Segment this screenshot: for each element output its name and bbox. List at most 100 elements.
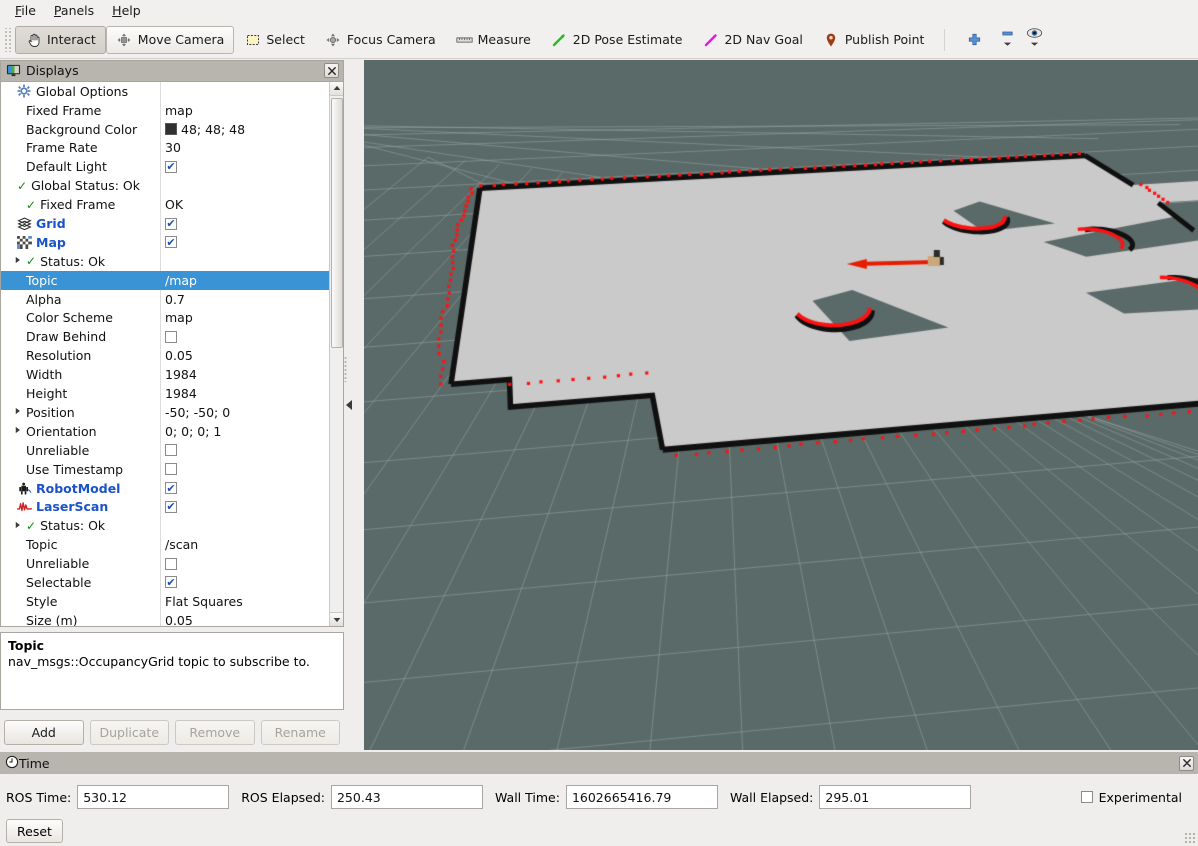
menu-panels[interactable]: Panels: [45, 1, 103, 20]
property-value-cell[interactable]: 1984: [160, 386, 329, 401]
property-row-robotmodel[interactable]: RobotModel✔: [1, 479, 329, 498]
property-row-status-ok[interactable]: ✓Status: Ok: [1, 516, 329, 535]
tool-move-camera[interactable]: Move Camera: [106, 26, 235, 54]
checkbox-unchecked[interactable]: [165, 463, 177, 475]
expand-triangle-icon[interactable]: [15, 407, 26, 417]
property-value-cell[interactable]: OK: [160, 197, 329, 212]
property-row-orientation[interactable]: Orientation0; 0; 0; 1: [1, 422, 329, 441]
collapse-left-arrow-icon[interactable]: [346, 400, 352, 410]
chevron-down-icon[interactable]: [999, 40, 1016, 48]
property-row-resolution[interactable]: Resolution0.05: [1, 346, 329, 365]
property-value-cell[interactable]: [160, 331, 329, 343]
scroll-thumb[interactable]: [331, 98, 343, 348]
property-row-frame-rate[interactable]: Frame Rate30: [1, 139, 329, 158]
left-splitter-handle[interactable]: [344, 60, 354, 750]
property-value-cell[interactable]: map: [160, 310, 329, 325]
property-row-draw-behind[interactable]: Draw Behind: [1, 327, 329, 346]
property-value-cell[interactable]: Flat Squares: [160, 594, 329, 609]
checkbox-checked[interactable]: ✔: [165, 218, 177, 230]
checkbox-unchecked[interactable]: [165, 558, 177, 570]
property-value-cell[interactable]: 1984: [160, 367, 329, 382]
checkbox-unchecked[interactable]: [165, 444, 177, 456]
menu-help[interactable]: Help: [103, 1, 150, 20]
checkbox-checked[interactable]: ✔: [165, 576, 177, 588]
property-row-default-light[interactable]: Default Light✔: [1, 157, 329, 176]
tool-focus-camera[interactable]: Focus Camera: [315, 26, 446, 54]
remove-display-button[interactable]: Remove: [175, 720, 255, 745]
property-value-cell[interactable]: ✔: [160, 482, 329, 494]
toolbar-grip[interactable]: [4, 28, 11, 52]
property-row-unreliable[interactable]: Unreliable: [1, 554, 329, 573]
3d-render-view[interactable]: [364, 60, 1198, 750]
property-row-width[interactable]: Width1984: [1, 365, 329, 384]
menu-file[interactable]: File: [6, 1, 45, 20]
checkbox-checked[interactable]: ✔: [165, 501, 177, 513]
tool-select[interactable]: Select: [234, 26, 315, 54]
property-row-unreliable[interactable]: Unreliable: [1, 441, 329, 460]
displays-property-tree[interactable]: Global OptionsFixed FramemapBackground C…: [0, 81, 344, 627]
property-value-cell[interactable]: 30: [160, 140, 329, 155]
reset-button[interactable]: Reset: [6, 819, 63, 843]
scroll-up-button[interactable]: [330, 82, 344, 96]
property-value-cell[interactable]: 48; 48; 48: [160, 122, 329, 137]
property-value-cell[interactable]: ✔: [160, 218, 329, 230]
property-row-fixed-frame[interactable]: ✓Fixed FrameOK: [1, 195, 329, 214]
displays-close-button[interactable]: [324, 63, 339, 78]
tool-add-panel[interactable]: [955, 26, 994, 54]
scroll-down-button[interactable]: [330, 612, 344, 626]
property-value-cell[interactable]: 0.05: [160, 348, 329, 363]
rename-display-button[interactable]: Rename: [261, 720, 341, 745]
tool-publish-point[interactable]: Publish Point: [813, 26, 935, 54]
property-row-map[interactable]: Map✔: [1, 233, 329, 252]
chevron-down-icon-2[interactable]: [1026, 40, 1043, 48]
property-row-use-timestamp[interactable]: Use Timestamp: [1, 460, 329, 479]
property-value-cell[interactable]: [160, 558, 329, 570]
viewport-canvas[interactable]: [364, 60, 1198, 750]
ros-elapsed-input[interactable]: 250.43: [331, 785, 483, 809]
property-value-cell[interactable]: 0.05: [160, 613, 329, 626]
property-value-cell[interactable]: 0.7: [160, 292, 329, 307]
property-row-selectable[interactable]: Selectable✔: [1, 573, 329, 592]
property-value-cell[interactable]: 0; 0; 0; 1: [160, 424, 329, 439]
wall-time-input[interactable]: 1602665416.79: [566, 785, 718, 809]
color-swatch[interactable]: [165, 123, 177, 135]
tool-interact[interactable]: Interact: [15, 26, 106, 54]
expand-triangle-icon[interactable]: [15, 256, 26, 266]
property-row-color-scheme[interactable]: Color Schememap: [1, 309, 329, 328]
ros-time-input[interactable]: 530.12: [77, 785, 229, 809]
property-row-position[interactable]: Position-50; -50; 0: [1, 403, 329, 422]
property-row-size-m[interactable]: Size (m)0.05: [1, 611, 329, 626]
property-value-cell[interactable]: /map: [160, 273, 329, 288]
property-row-fixed-frame[interactable]: Fixed Framemap: [1, 101, 329, 120]
tool-2d-nav-goal[interactable]: 2D Nav Goal: [692, 26, 812, 54]
property-row-status-ok[interactable]: ✓Status: Ok: [1, 252, 329, 271]
property-row-laserscan[interactable]: LaserScan✔: [1, 497, 329, 516]
tool-measure[interactable]: Measure: [446, 26, 541, 54]
property-row-grid[interactable]: Grid✔: [1, 214, 329, 233]
property-value-cell[interactable]: [160, 444, 329, 456]
checkbox-checked[interactable]: ✔: [165, 161, 177, 173]
property-row-height[interactable]: Height1984: [1, 384, 329, 403]
time-close-button[interactable]: [1179, 756, 1194, 771]
property-value-cell[interactable]: [160, 463, 329, 475]
experimental-checkbox[interactable]: [1081, 791, 1093, 803]
property-value-cell[interactable]: ✔: [160, 576, 329, 588]
property-row-background-color[interactable]: Background Color48; 48; 48: [1, 120, 329, 139]
property-row-topic[interactable]: Topic/scan: [1, 535, 329, 554]
experimental-checkbox-group[interactable]: Experimental: [1081, 790, 1182, 805]
property-value-cell[interactable]: map: [160, 103, 329, 118]
checkbox-checked[interactable]: ✔: [165, 482, 177, 494]
property-value-cell[interactable]: ✔: [160, 501, 329, 513]
tool-remove-panel[interactable]: [994, 26, 1021, 54]
property-value-cell[interactable]: /scan: [160, 537, 329, 552]
property-row-alpha[interactable]: Alpha0.7: [1, 290, 329, 309]
property-value-cell[interactable]: ✔: [160, 236, 329, 248]
expand-triangle-icon[interactable]: [15, 426, 26, 436]
add-display-button[interactable]: Add: [4, 720, 84, 745]
property-value-cell[interactable]: -50; -50; 0: [160, 405, 329, 420]
checkbox-unchecked[interactable]: [165, 331, 177, 343]
property-row-global-options[interactable]: Global Options: [1, 82, 329, 101]
property-row-topic[interactable]: Topic/map: [1, 271, 329, 290]
wall-elapsed-input[interactable]: 295.01: [819, 785, 971, 809]
property-row-global-status-ok[interactable]: ✓Global Status: Ok: [1, 176, 329, 195]
